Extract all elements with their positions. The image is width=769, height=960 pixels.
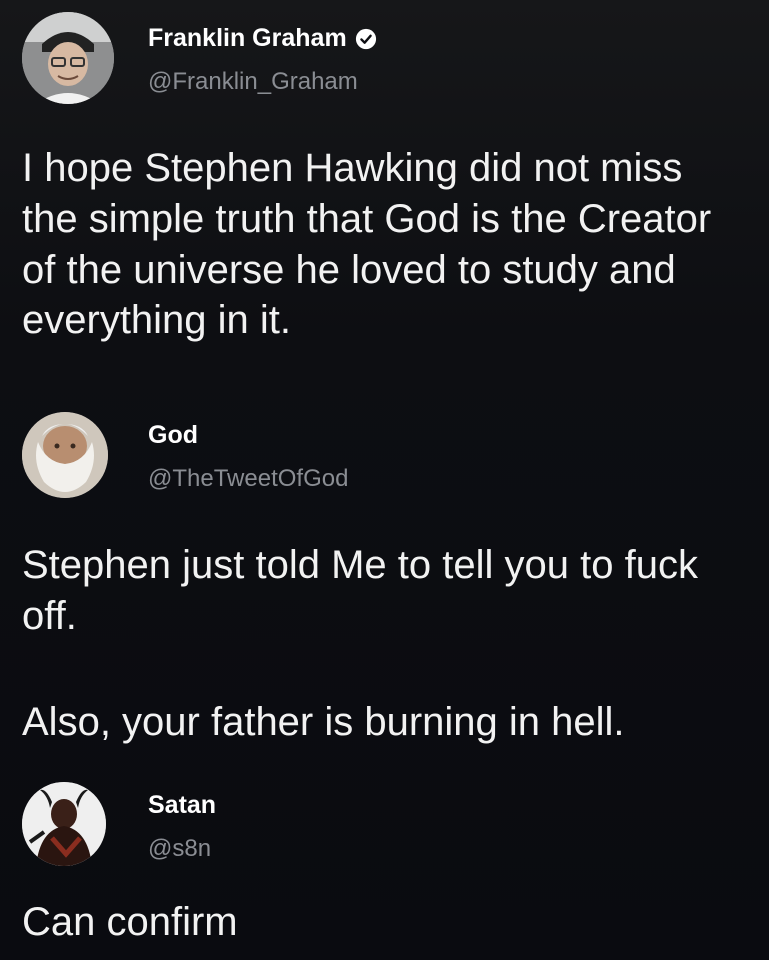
display-name[interactable]: God bbox=[148, 421, 198, 450]
display-name-text[interactable]: God bbox=[148, 421, 198, 450]
display-name-text[interactable]: Franklin Graham bbox=[148, 24, 347, 53]
avatar-franklin-graham[interactable] bbox=[22, 12, 114, 104]
tweet-text: Can confirm bbox=[22, 900, 238, 944]
handle[interactable]: @Franklin_Graham bbox=[148, 68, 358, 96]
tweet-text-paragraph-2: Also, your father is burning in hell. bbox=[22, 700, 625, 744]
display-name-text[interactable]: Satan bbox=[148, 791, 216, 820]
display-name[interactable]: Franklin Graham bbox=[148, 24, 377, 53]
avatar-god[interactable] bbox=[22, 412, 108, 498]
display-name[interactable]: Satan bbox=[148, 791, 216, 820]
verified-badge-icon bbox=[355, 28, 376, 49]
handle[interactable]: @s8n bbox=[148, 835, 211, 863]
tweet-text-paragraph-1: Stephen just told Me to tell you to fuck… bbox=[22, 543, 698, 638]
tweet-text: I hope Stephen Hawking did not miss the … bbox=[22, 146, 712, 343]
avatar-satan[interactable] bbox=[22, 782, 106, 866]
handle[interactable]: @TheTweetOfGod bbox=[148, 465, 348, 493]
